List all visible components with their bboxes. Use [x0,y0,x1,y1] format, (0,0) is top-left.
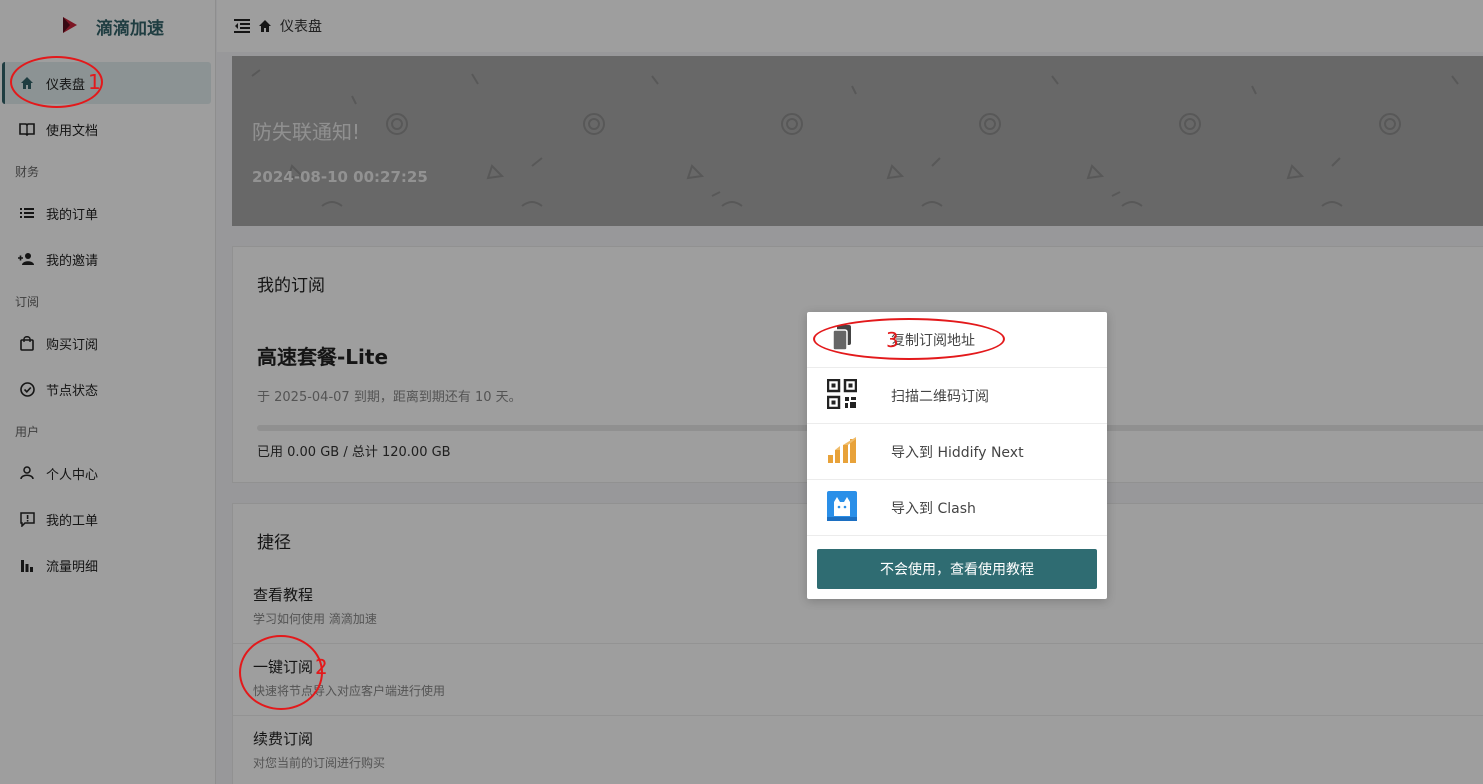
popup-item-label: 导入到 Hiddify Next [891,444,1024,461]
hiddify-icon [827,435,857,465]
popup-import-hiddify[interactable]: 导入到 Hiddify Next [807,424,1107,480]
popup-import-clash[interactable]: 导入到 Clash [807,480,1107,536]
popup-scan-qrcode[interactable]: 扫描二维码订阅 [807,368,1107,424]
annotation-ellipse-3 [813,318,1005,360]
clash-cat-icon [827,491,857,521]
modal-backdrop[interactable] [0,0,1483,784]
popup-item-label: 导入到 Clash [891,500,976,517]
popup-item-label: 扫描二维码订阅 [891,388,989,405]
annotation-number-2: 2 [315,655,328,679]
qrcode-icon [826,378,858,410]
annotation-number-1: 1 [88,70,101,94]
annotation-ellipse-2 [239,635,323,710]
tutorial-button[interactable]: 不会使用，查看使用教程 [817,549,1097,589]
annotation-number-3: 3 [886,328,899,352]
